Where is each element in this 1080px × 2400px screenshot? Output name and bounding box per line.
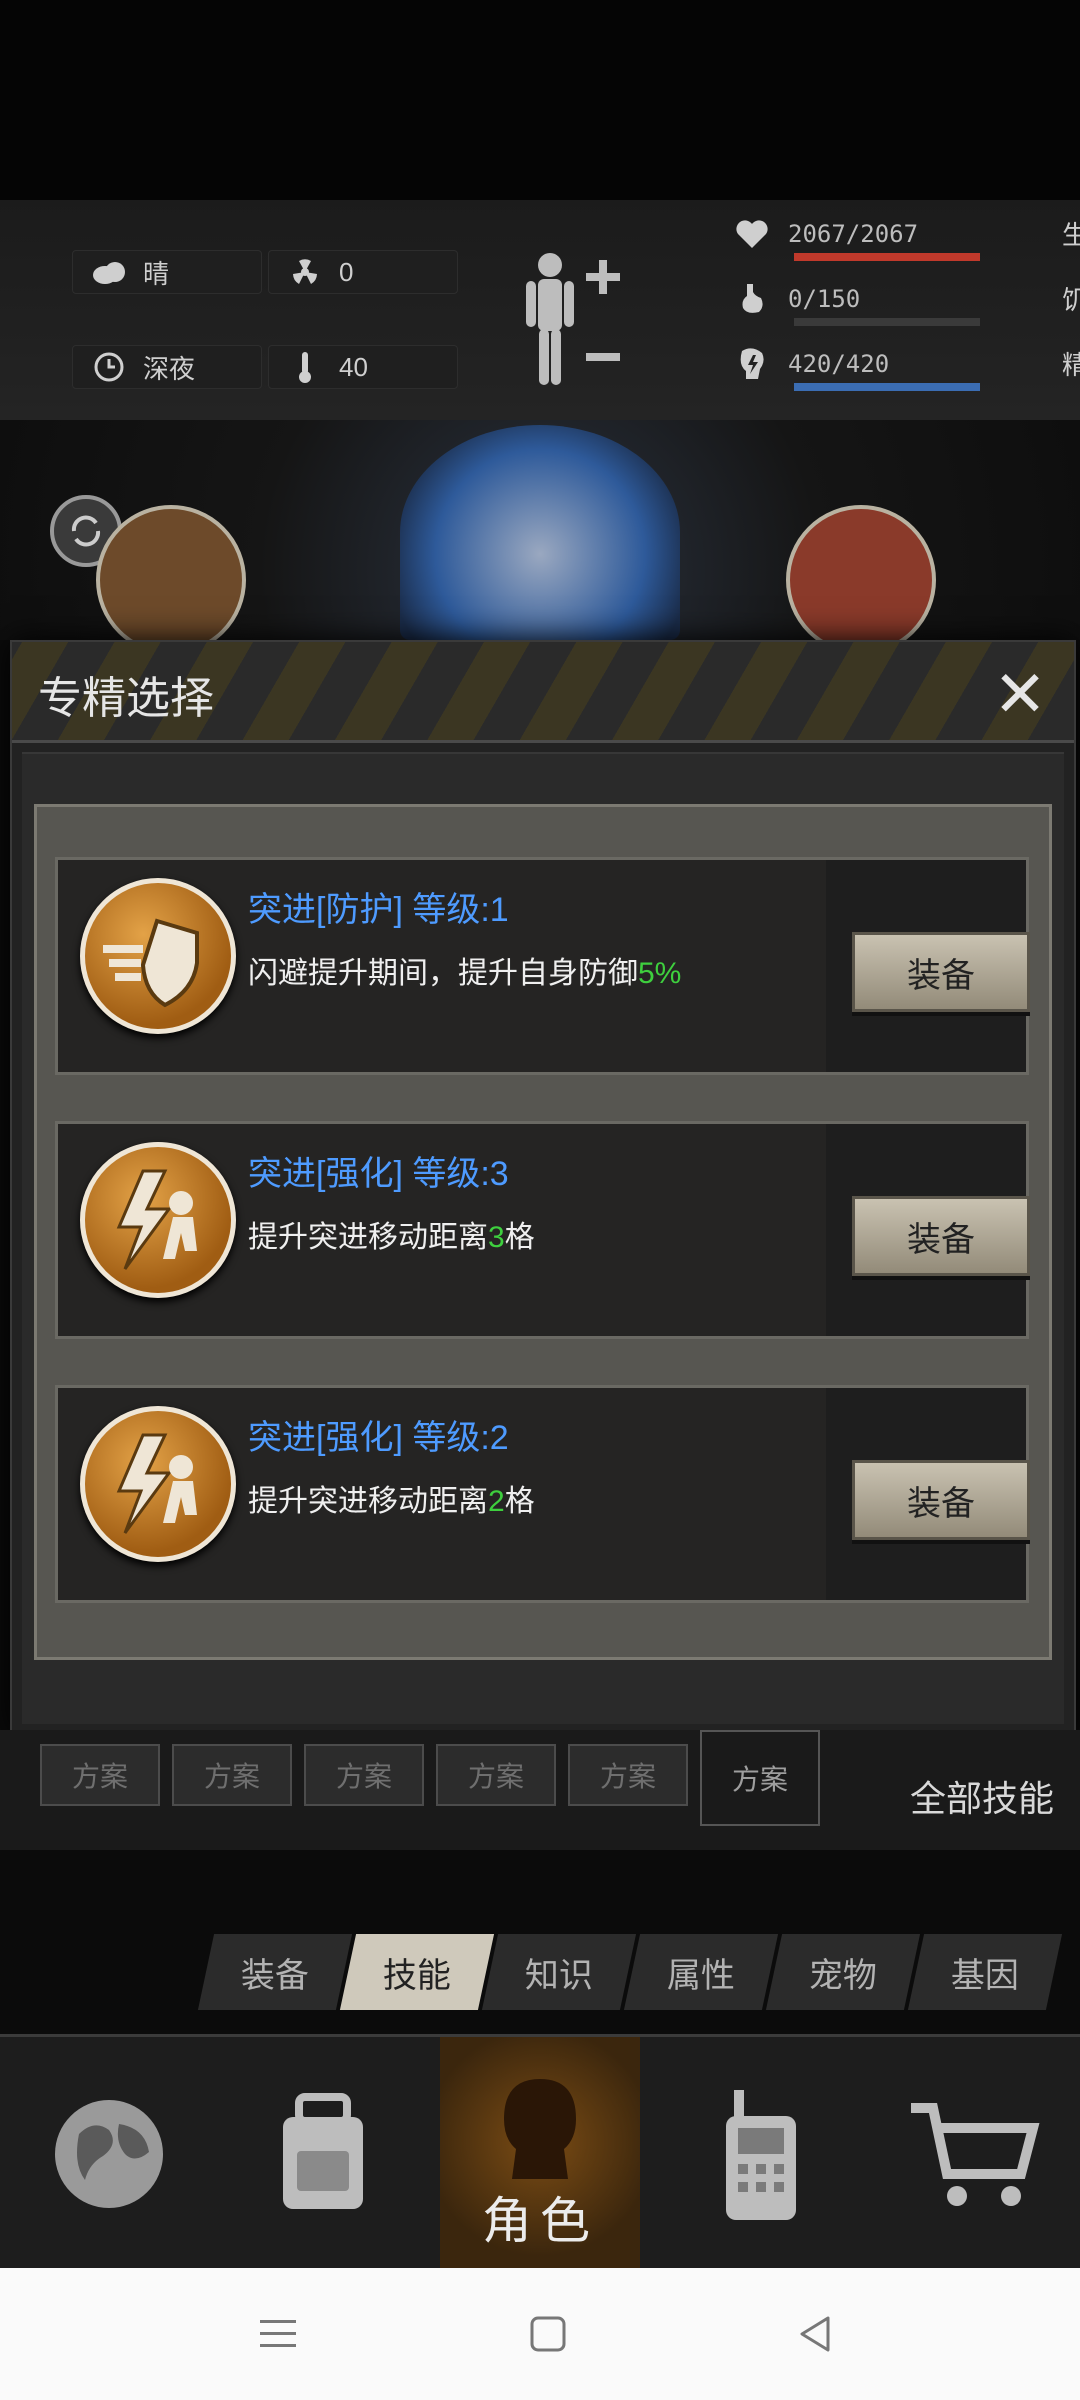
all-skills-label: 全部技能 — [910, 1778, 1055, 1819]
hp-bar: 2067/2067 生命 — [730, 215, 1080, 269]
specialization-modal: 专精选择 ✕ 突进[防护] 等级:1 闪避提升期间，提升自身防御5% 装备 突进… — [10, 640, 1076, 1734]
bar-fill — [794, 383, 980, 391]
back-icon[interactable] — [786, 2308, 846, 2360]
dash-lightning-icon — [80, 1142, 236, 1298]
hunger-bar: 0/150 饥饿 — [730, 280, 1080, 334]
modal-header: 专精选择 ✕ — [12, 642, 1074, 743]
radiation-chip: 0 — [268, 250, 458, 294]
modal-title: 专精选择 — [38, 674, 214, 723]
modal-body: 突进[防护] 等级:1 闪避提升期间，提升自身防御5% 装备 突进[强化] 等级… — [22, 752, 1064, 1724]
nav-inventory[interactable] — [218, 2037, 428, 2271]
energy-label: 精力 — [1062, 350, 1080, 380]
body-status-figure[interactable] — [520, 245, 630, 395]
weather-text: 晴 — [143, 258, 170, 289]
top-spacer — [0, 0, 1080, 200]
nav-radio[interactable] — [656, 2037, 866, 2271]
character-area — [0, 420, 1080, 655]
dash-skill-slot-icon[interactable] — [96, 505, 246, 655]
hp-label: 生命 — [1062, 220, 1080, 250]
tab-equipment[interactable]: 装备 — [197, 1934, 353, 2010]
plan-slots: 方案 方案 方案 方案 方案 方案 全部技能 — [0, 1730, 1080, 1850]
card-title: 突进[强化] 等级:2 — [248, 1419, 509, 1457]
tab-knowledge[interactable]: 知识 — [481, 1934, 637, 2010]
specialization-card: 突进[强化] 等级:2 提升突进移动距离2格 装备 — [55, 1385, 1030, 1603]
heart-icon — [730, 218, 774, 250]
radiation-icon — [287, 254, 323, 290]
nav-character-label: 角色 — [482, 2193, 598, 2249]
specialization-list: 突进[防护] 等级:1 闪避提升期间，提升自身防御5% 装备 突进[强化] 等级… — [34, 804, 1052, 1660]
close-icon: ✕ — [993, 658, 1047, 730]
brain-bolt-icon — [730, 347, 774, 381]
hunger-track — [794, 318, 980, 326]
stomach-icon — [730, 282, 774, 316]
nav-world[interactable] — [4, 2037, 214, 2271]
tab-skills[interactable]: 技能 — [339, 1934, 495, 2010]
close-button[interactable]: ✕ — [990, 658, 1050, 730]
specialization-card: 突进[防护] 等级:1 闪避提升期间，提升自身防御5% 装备 — [55, 857, 1030, 1075]
system-navigation-bar — [0, 2268, 1080, 2400]
radiation-value: 0 — [339, 256, 354, 287]
card-action-area: 装备 — [826, 860, 1030, 1072]
plan-slot-4[interactable]: 方案 — [436, 1744, 556, 1806]
energy-bar: 420/420 精力 — [730, 345, 1080, 399]
all-skills-button[interactable]: 全部技能 — [880, 1730, 1080, 1850]
thermometer-icon — [287, 349, 323, 385]
bar-fill — [794, 253, 980, 261]
equip-button[interactable]: 装备 — [852, 1196, 1030, 1276]
globe-icon — [55, 2100, 163, 2208]
clock-icon — [91, 349, 127, 385]
tab-pets[interactable]: 宠物 — [765, 1934, 921, 2010]
specialization-card: 突进[强化] 等级:3 提升突进移动距离3格 装备 — [55, 1121, 1030, 1339]
weather-chip: 晴 — [72, 250, 262, 294]
plan-slot-1[interactable]: 方案 — [40, 1744, 160, 1806]
plan-slot-2[interactable]: 方案 — [172, 1744, 292, 1806]
dash-shield-icon — [80, 878, 236, 1034]
energy-track — [794, 383, 980, 391]
card-description: 提升突进移动距离3格 — [248, 1221, 535, 1254]
tab-genes[interactable]: 基因 — [907, 1934, 1063, 2010]
plan-slot-3[interactable]: 方案 — [304, 1744, 424, 1806]
equip-button[interactable]: 装备 — [852, 932, 1030, 1012]
backpack-icon — [283, 2093, 363, 2209]
cloud-icon — [91, 254, 127, 290]
plan-slot-6[interactable]: 方案 — [700, 1730, 820, 1826]
character-icon — [504, 2079, 576, 2179]
hero-portrait — [400, 425, 680, 640]
walkie-talkie-icon — [726, 2090, 796, 2220]
hunger-label: 饥饿 — [1062, 285, 1080, 315]
time-text: 深夜 — [143, 353, 196, 384]
cart-icon — [911, 2103, 1040, 2206]
time-chip: 深夜 — [72, 345, 262, 389]
tab-attributes[interactable]: 属性 — [623, 1934, 779, 2010]
card-title: 突进[强化] 等级:3 — [248, 1155, 509, 1193]
card-action-area: 装备 — [826, 1124, 1030, 1336]
nav-character[interactable]: 角色 — [440, 2037, 640, 2271]
card-description: 闪避提升期间，提升自身防御5% — [248, 957, 682, 990]
human-figure-icon — [526, 253, 620, 385]
dash-lightning-icon — [80, 1406, 236, 1562]
card-description: 提升突进移动距离2格 — [248, 1485, 535, 1518]
home-icon[interactable] — [518, 2308, 578, 2360]
equip-button[interactable]: 装备 — [852, 1460, 1030, 1540]
bottom-navigation: 角色 — [0, 2034, 1080, 2271]
nav-shop[interactable] — [870, 2037, 1080, 2271]
status-hud: 晴 0 深夜 40 2067/2067 生 0/150 饥 420/420 精 — [0, 200, 1080, 422]
menu-icon[interactable] — [248, 2308, 308, 2360]
card-action-area: 装备 — [826, 1388, 1030, 1600]
tab-bar: 装备 技能 知识 属性 宠物 基因 — [196, 1934, 1063, 2014]
hp-track — [794, 253, 980, 261]
temperature-chip: 40 — [268, 345, 458, 389]
weapon-skill-slot-icon[interactable] — [786, 505, 936, 655]
energy-value: 420/420 — [788, 349, 890, 378]
plan-slot-5[interactable]: 方案 — [568, 1744, 688, 1806]
card-title: 突进[防护] 等级:1 — [248, 891, 509, 929]
hp-value: 2067/2067 — [788, 219, 919, 248]
hunger-value: 0/150 — [788, 284, 861, 313]
temperature-value: 40 — [339, 351, 368, 382]
